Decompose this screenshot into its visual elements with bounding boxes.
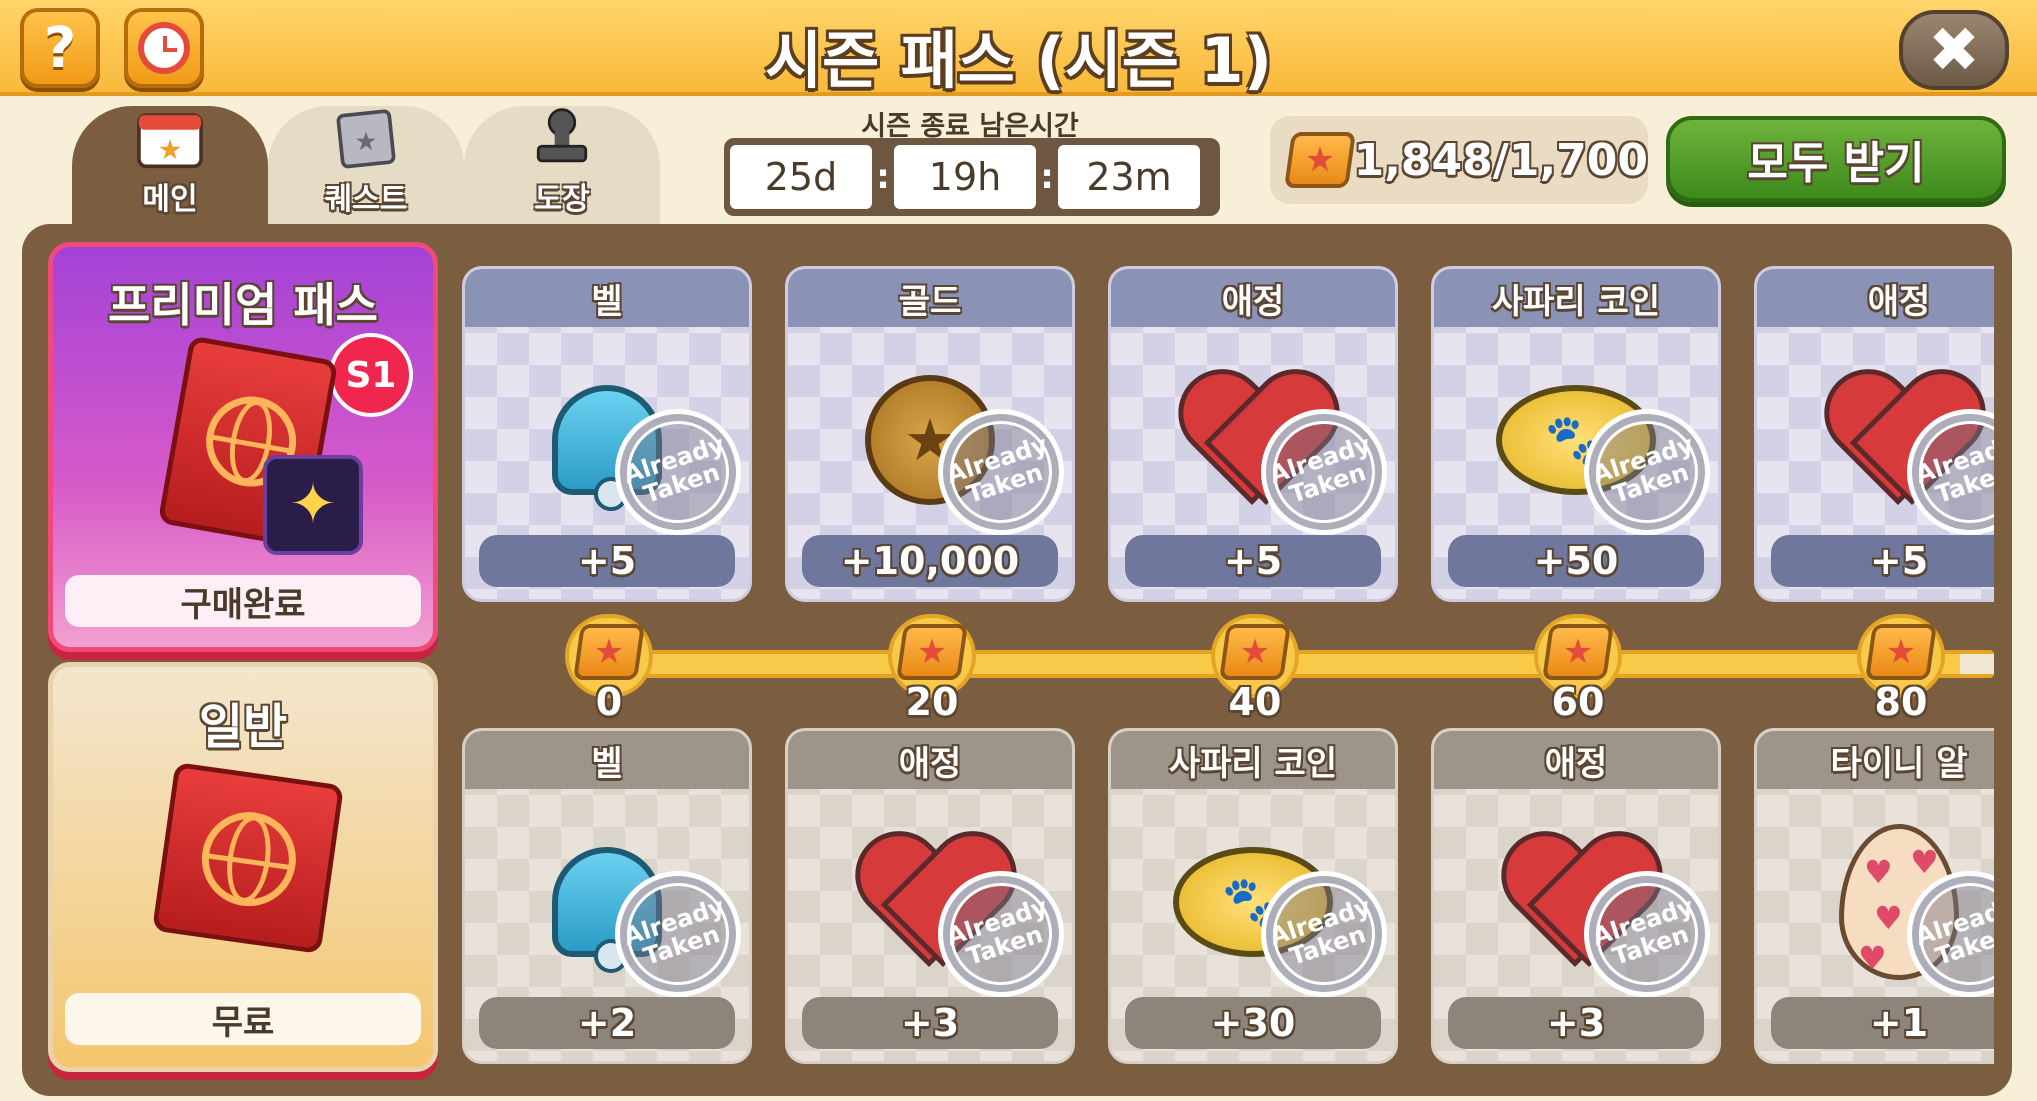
points-value: 1,848/1,700 <box>1353 134 1648 186</box>
tab-quest[interactable]: ★ 퀘스트 <box>268 106 464 226</box>
svg-text:★: ★ <box>158 135 183 166</box>
premium-status: 구매완료 <box>65 575 421 627</box>
season-timer: 25d : 19h : 23m <box>724 138 1220 216</box>
timer-separator: : <box>1040 157 1054 197</box>
tab-stamp[interactable]: 도장 <box>464 106 660 226</box>
pass-points: ★ 1,848/1,700 <box>1270 116 1648 204</box>
stamp-icon <box>536 108 588 163</box>
reward-grid: 벨 Already Taken +5 골드 ★ Already Taken +10,… <box>462 256 1994 1084</box>
quest-board-icon: ★ <box>336 109 396 169</box>
page-title: 시즌 패스 (시즌 1) <box>765 24 1272 97</box>
free-reward-card[interactable]: 애정 Already Taken +3 <box>1431 728 1721 1064</box>
timer-hours: 19h <box>894 145 1036 209</box>
premium-reward-card[interactable]: 애정 Already Taken +5 <box>1108 266 1398 602</box>
free-pass-card: 일반 무료 <box>48 662 438 1072</box>
timer-separator: : <box>876 157 890 197</box>
passport-icon <box>151 761 345 955</box>
premium-reward-card[interactable]: 사파리 코인 🐾 Already Taken +50 <box>1431 266 1721 602</box>
season-badge: S1 <box>329 333 413 417</box>
free-reward-card[interactable]: 벨 Already Taken +2 <box>462 728 752 1064</box>
free-pass-status: 무료 <box>65 993 421 1045</box>
premium-reward-card[interactable]: 벨 Already Taken +5 <box>462 266 752 602</box>
pass-point-icon: ★ <box>1284 128 1356 192</box>
sparkle-icon: ✦ <box>263 455 363 555</box>
free-reward-card[interactable]: 사파리 코인 🐾 Already Taken +30 <box>1108 728 1398 1064</box>
free-reward-card[interactable]: 타이니 알 ♥ ♥ ♥ ♥ Already Taken +1 <box>1754 728 1994 1064</box>
claim-all-button[interactable]: 모두 받기 <box>1666 116 2006 202</box>
svg-text:★: ★ <box>355 127 378 157</box>
free-reward-card[interactable]: 애정 Already Taken +3 <box>785 728 1075 1064</box>
timer-days: 25d <box>730 145 872 209</box>
timer-minutes: 23m <box>1058 145 1200 209</box>
close-icon: ✖ <box>1928 13 1980 86</box>
title-bar: ? 시즌 패스 (시즌 1) ✖ <box>0 0 2037 97</box>
calendar-star-icon: ★ <box>137 113 203 169</box>
premium-pass-card[interactable]: 프리미엄 패스 S1 ✦ 구매완료 <box>48 242 438 652</box>
premium-pass-title: 프리미엄 패스 <box>108 278 378 332</box>
close-button[interactable]: ✖ <box>1899 10 2009 90</box>
tab-main[interactable]: ★ 메인 <box>72 106 268 226</box>
premium-reward-card[interactable]: 애정 Already Taken +5 <box>1754 266 1994 602</box>
free-pass-title: 일반 <box>198 699 288 755</box>
premium-reward-card[interactable]: 골드 ★ Already Taken +10,000 <box>785 266 1075 602</box>
